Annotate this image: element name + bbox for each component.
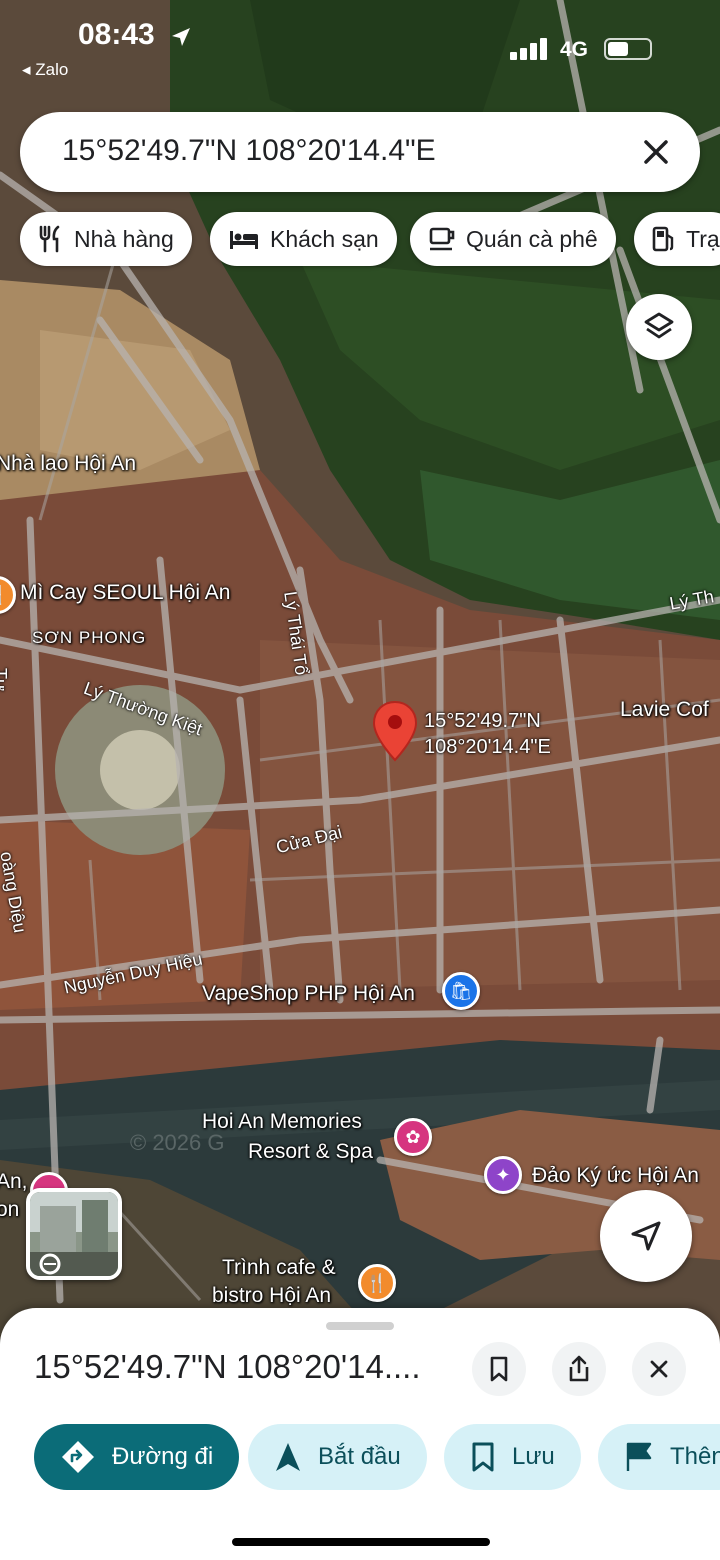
bookmark-icon: [490, 1356, 508, 1382]
home-indicator[interactable]: [232, 1538, 490, 1546]
navigation-arrow-icon: [276, 1443, 300, 1471]
street-view-preview-icon: [30, 1192, 118, 1276]
place-label-hoi-an-memories[interactable]: Hoi An Memories: [202, 1110, 362, 1134]
share-icon: [569, 1355, 589, 1382]
chip-label: Khách sạn: [270, 225, 379, 252]
coffee-cup-icon: [429, 227, 455, 251]
status-bar: 08:43 ◂ Zalo 4G: [0, 0, 720, 90]
my-location-button[interactable]: [600, 1190, 692, 1282]
chip-hotels[interactable]: Khách sạn: [210, 212, 397, 266]
place-label-trinh-bistro[interactable]: bistro Hội An: [212, 1284, 331, 1308]
chip-label: Trạ: [686, 225, 720, 252]
place-bottom-sheet[interactable]: 15°52'49.7"N 108°20'14.... Đường đi Bắt …: [0, 1308, 720, 1560]
pin-lng: 108°20'14.4"E: [424, 736, 551, 758]
sheet-drag-handle[interactable]: [326, 1322, 394, 1330]
place-title: 15°52'49.7"N 108°20'14....: [34, 1348, 421, 1385]
place-label-lavie[interactable]: Lavie Cof: [620, 698, 709, 722]
close-icon: [650, 1360, 668, 1378]
action-label: Thên: [670, 1443, 720, 1470]
pin-lat: 15°52'49.7"N: [424, 710, 541, 732]
location-arrow-icon: [172, 28, 190, 46]
place-label-resort-spa[interactable]: Resort & Spa: [248, 1140, 373, 1164]
place-label-edge-an[interactable]: An,: [0, 1170, 28, 1194]
chip-label: Quán cà phê: [466, 225, 598, 252]
directions-button[interactable]: Đường đi: [34, 1424, 240, 1490]
street-view-thumbnail[interactable]: [26, 1188, 122, 1280]
add-label-button[interactable]: Thên: [598, 1424, 720, 1490]
search-bar[interactable]: 15°52'49.7"N 108°20'14.4"E: [20, 112, 700, 192]
action-label: Đường đi: [112, 1443, 214, 1470]
action-label: Lưu: [512, 1443, 555, 1470]
road-label-tu: Tự: [0, 668, 10, 692]
flag-icon: [626, 1442, 652, 1471]
start-navigation-button[interactable]: Bắt đầu: [248, 1424, 427, 1490]
search-query-text[interactable]: 15°52'49.7"N 108°20'14.4"E: [62, 134, 436, 168]
place-label-vapeshop[interactable]: VapeShop PHP Hội An: [202, 982, 415, 1006]
map-layers-button[interactable]: [626, 294, 692, 360]
network-type: 4G: [560, 38, 589, 61]
battery-icon: [604, 38, 652, 60]
attraction-poi-icon[interactable]: ✦: [484, 1156, 522, 1194]
bookmark-icon: [472, 1442, 494, 1472]
place-label-nha-lao[interactable]: Nhà lao Hội An: [0, 452, 136, 476]
layers-icon: [644, 312, 674, 339]
pin-coordinates-label: 15°52'49.7"N 108°20'14.4"E: [424, 708, 551, 760]
share-button[interactable]: [552, 1342, 606, 1396]
chip-gas-stations[interactable]: Trạ: [634, 212, 720, 266]
navigation-arrow-icon: [631, 1221, 661, 1251]
place-label-trinh-cafe[interactable]: Trình cafe &: [222, 1256, 336, 1280]
place-label-dao-ky-uc[interactable]: Đảo Ký ức Hội An: [532, 1164, 699, 1188]
directions-icon: [62, 1441, 94, 1473]
category-chips: Nhà hàng Khách sạn Quán cà phê Trạ: [20, 212, 720, 268]
shopping-bag-poi-icon[interactable]: 🛍: [442, 972, 480, 1010]
save-button[interactable]: Lưu: [444, 1424, 581, 1490]
satellite-map[interactable]: © 2026 G Nhà lao Hội An 🍴 Mì Cay SEOUL H…: [0, 0, 720, 1340]
action-label: Bắt đầu: [318, 1443, 401, 1470]
close-sheet-button[interactable]: [632, 1342, 686, 1396]
place-label-mi-cay[interactable]: Mì Cay SEOUL Hội An: [20, 581, 230, 605]
save-bookmark-button[interactable]: [472, 1342, 526, 1396]
chip-cafes[interactable]: Quán cà phê: [410, 212, 616, 266]
clear-search-close-icon[interactable]: [636, 132, 676, 172]
dropped-pin-icon[interactable]: [372, 700, 418, 762]
area-label-son-phong: SƠN PHONG: [32, 628, 147, 647]
chip-label: Nhà hàng: [74, 225, 174, 252]
place-label-edge-on[interactable]: on: [0, 1198, 19, 1222]
bed-icon: [230, 231, 258, 249]
signal-strength-icon: [510, 38, 547, 60]
back-to-app-link[interactable]: ◂ Zalo: [22, 60, 68, 80]
spa-poi-icon[interactable]: ✿: [394, 1118, 432, 1156]
map-imagery: © 2026 G: [0, 0, 720, 1340]
cafe-poi-icon[interactable]: 🍴: [358, 1264, 396, 1302]
fork-knife-icon: [39, 225, 60, 253]
status-time: 08:43: [78, 18, 155, 51]
gas-pump-icon: [652, 226, 674, 252]
chip-restaurants[interactable]: Nhà hàng: [20, 212, 192, 266]
